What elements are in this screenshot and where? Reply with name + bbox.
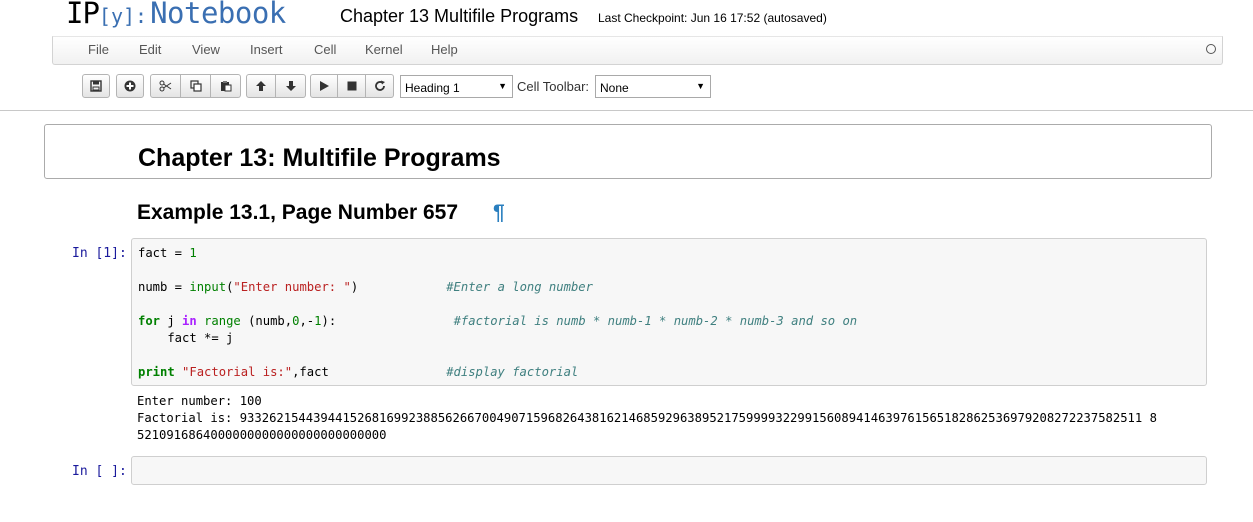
toolbar: Heading 1 ▼ Cell Toolbar: None ▼: [0, 64, 1253, 111]
heading1-text: Chapter 13: Multifile Programs: [138, 144, 501, 172]
menubar: File Edit View Insert Cell Kernel Help: [52, 36, 1223, 65]
cell-type-value: Heading 1: [405, 81, 460, 95]
kernel-status-icon: [1206, 44, 1216, 54]
heading2-text[interactable]: Example 13.1, Page Number 657: [137, 201, 458, 225]
chevron-down-icon: ▼: [498, 81, 507, 91]
paste-icon: [220, 81, 231, 92]
restart-button[interactable]: [366, 74, 394, 98]
menu-view[interactable]: View: [192, 42, 220, 57]
input-prompt-empty: In [ ]:: [72, 464, 127, 479]
output-line: Factorial is: 93326215443944152681699238…: [137, 411, 1157, 425]
input-prompt: In [1]:: [72, 246, 127, 261]
ipython-logo[interactable]: IP[y]: Notebook: [66, 0, 286, 30]
copy-button[interactable]: [181, 74, 211, 98]
insert-cell-icon: [124, 80, 136, 92]
heading-cell-selected[interactable]: Chapter 13: Multifile Programs: [44, 124, 1212, 179]
save-button[interactable]: [82, 74, 110, 98]
move-down-button[interactable]: [276, 74, 306, 98]
interrupt-button[interactable]: [338, 74, 366, 98]
code-cell-input-empty[interactable]: [131, 456, 1207, 485]
paste-button[interactable]: [211, 74, 241, 98]
celltoolbar-select[interactable]: None ▼: [595, 75, 711, 98]
celltoolbar-value: None: [600, 81, 629, 95]
copy-icon: [189, 80, 202, 92]
code-line: fact = 1: [138, 246, 197, 260]
cut-button[interactable]: [150, 74, 181, 98]
cut-icon: [159, 80, 172, 92]
output-line: 5210916864000000000000000000000000: [137, 428, 387, 442]
code-line: for j in range (numb,0,-1): #factorial i…: [138, 314, 858, 328]
checkpoint-status: Last Checkpoint: Jun 16 17:52 (autosaved…: [598, 11, 827, 25]
menu-edit[interactable]: Edit: [139, 42, 161, 57]
menu-insert[interactable]: Insert: [250, 42, 283, 57]
notebook-title[interactable]: Chapter 13 Multifile Programs: [340, 6, 578, 27]
code-line: numb = input("Enter number: ") #Enter a …: [138, 280, 593, 294]
logo-notebook: Notebook: [150, 0, 286, 30]
logo-ip: IP: [66, 0, 100, 30]
insert-cell-button[interactable]: [116, 74, 144, 98]
code-cell-input[interactable]: fact = 1 numb = input("Enter number: ") #…: [131, 238, 1207, 386]
stop-icon: [347, 81, 356, 91]
restart-icon: [374, 80, 385, 91]
move-up-icon: [256, 81, 266, 91]
output-line: Enter number: 100: [137, 394, 262, 408]
run-button[interactable]: [310, 74, 338, 98]
menu-file[interactable]: File: [88, 42, 109, 57]
run-icon: [320, 81, 329, 91]
move-up-button[interactable]: [246, 74, 276, 98]
chevron-down-icon: ▼: [696, 81, 705, 91]
celltoolbar-label: Cell Toolbar:: [517, 79, 590, 94]
menu-help[interactable]: Help: [431, 42, 458, 57]
save-icon: [90, 80, 102, 92]
code-line: print "Factorial is:",fact #display fact…: [138, 365, 579, 379]
anchor-link-icon[interactable]: ¶: [493, 201, 505, 225]
code-line: fact *= j: [138, 331, 234, 345]
cell-type-select[interactable]: Heading 1 ▼: [400, 75, 513, 98]
move-down-icon: [285, 81, 296, 91]
logo-y: [y]:: [98, 4, 148, 28]
header: IP[y]: Notebook Chapter 13 Multifile Prog…: [0, 0, 1253, 36]
menu-cell[interactable]: Cell: [314, 42, 336, 57]
menu-kernel[interactable]: Kernel: [365, 42, 403, 57]
